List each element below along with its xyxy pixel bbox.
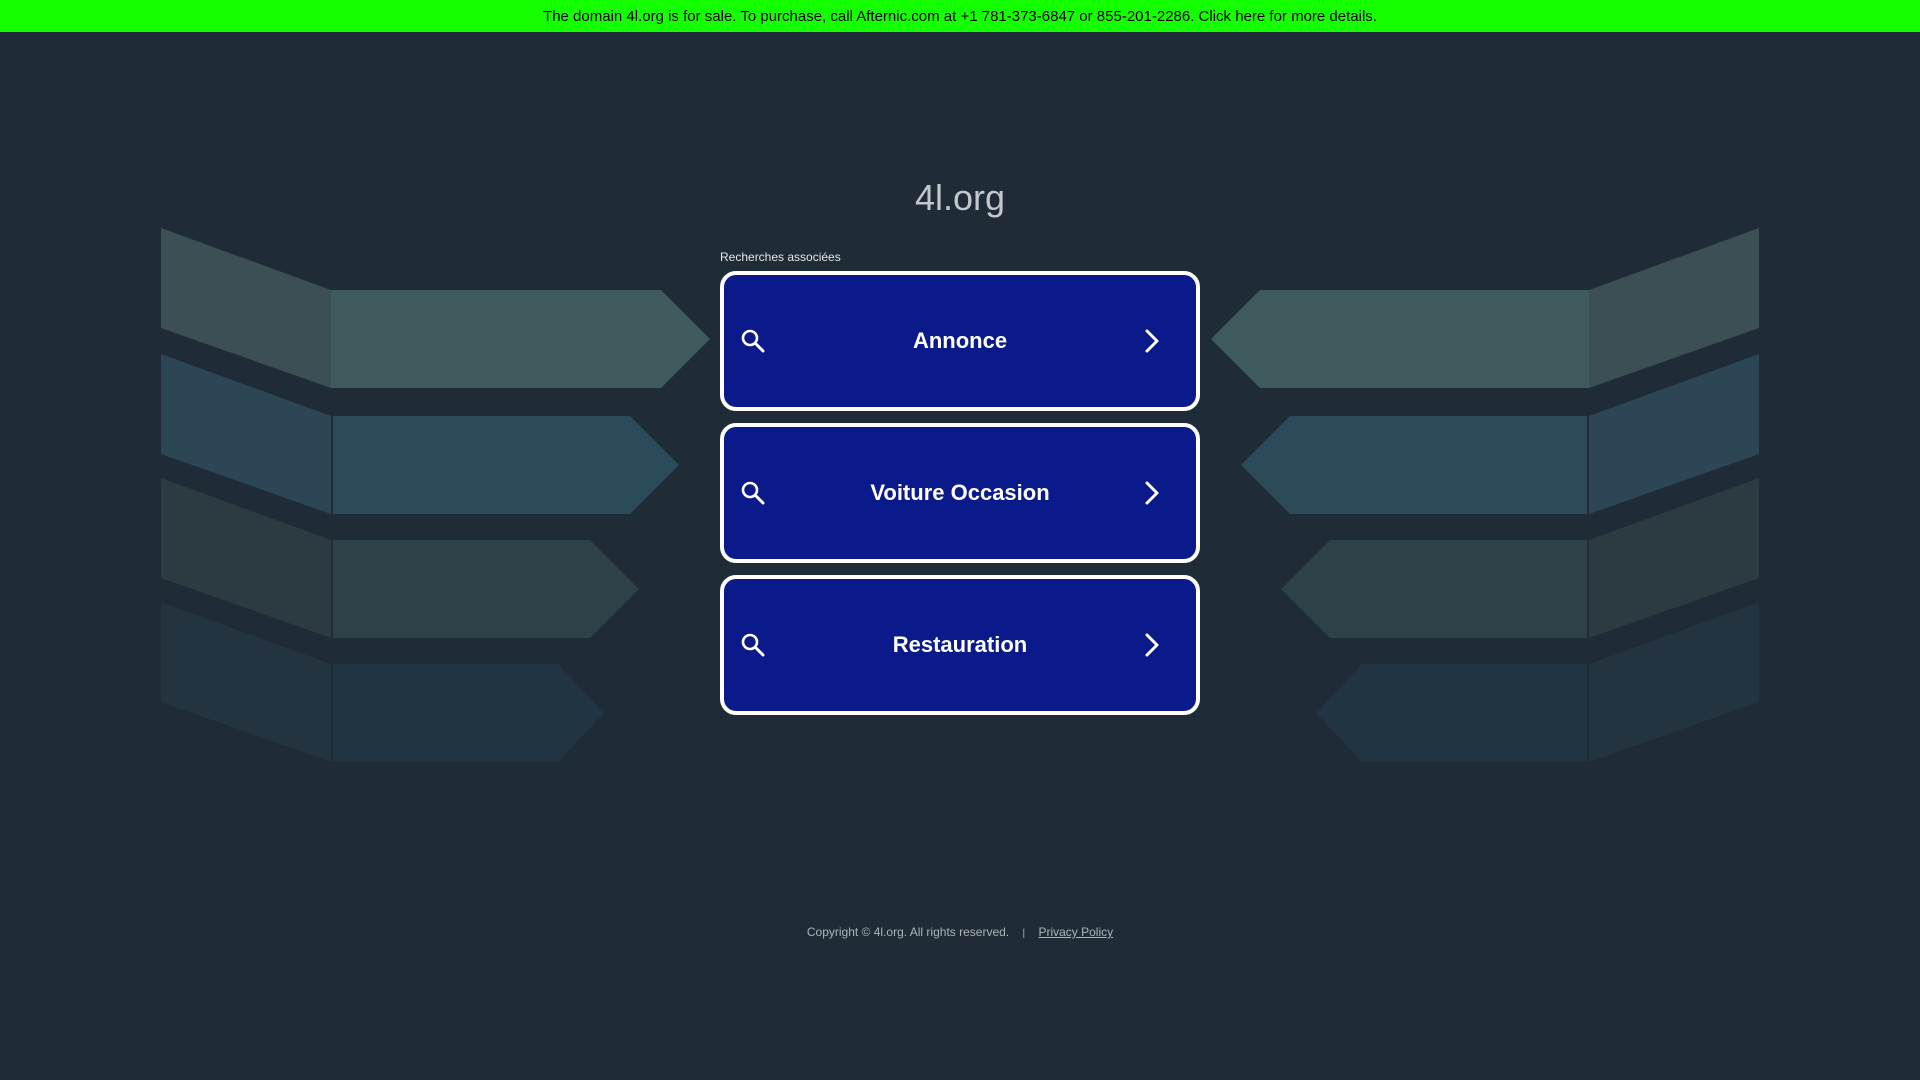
chevron-right-icon	[1145, 481, 1159, 505]
related-searches-label: Recherches associées	[720, 250, 841, 264]
footer-separator: |	[1022, 928, 1026, 939]
related-search-button-annonce[interactable]: Annonce	[720, 271, 1200, 411]
related-search-label: Annonce	[912, 328, 1008, 353]
copyright-text: Copyright © 4l.org. All rights reserved.	[806, 925, 1010, 939]
chevron-right-icon	[1145, 633, 1159, 657]
related-search-label: Restauration	[892, 632, 1028, 657]
related-search-button-restauration[interactable]: Restauration	[720, 575, 1200, 715]
privacy-policy-link[interactable]: Privacy Policy	[1038, 925, 1113, 939]
footer: Copyright © 4l.org. All rights reserved.…	[0, 925, 1920, 939]
related-search-label: Voiture Occasion	[870, 480, 1050, 505]
domain-sale-banner[interactable]: The domain 4l.org is for sale. To purcha…	[0, 0, 1920, 32]
page-title: 4l.org	[914, 177, 1006, 218]
related-search-button-voiture-occasion[interactable]: Voiture Occasion	[720, 423, 1200, 563]
chevron-right-icon	[1145, 329, 1159, 353]
